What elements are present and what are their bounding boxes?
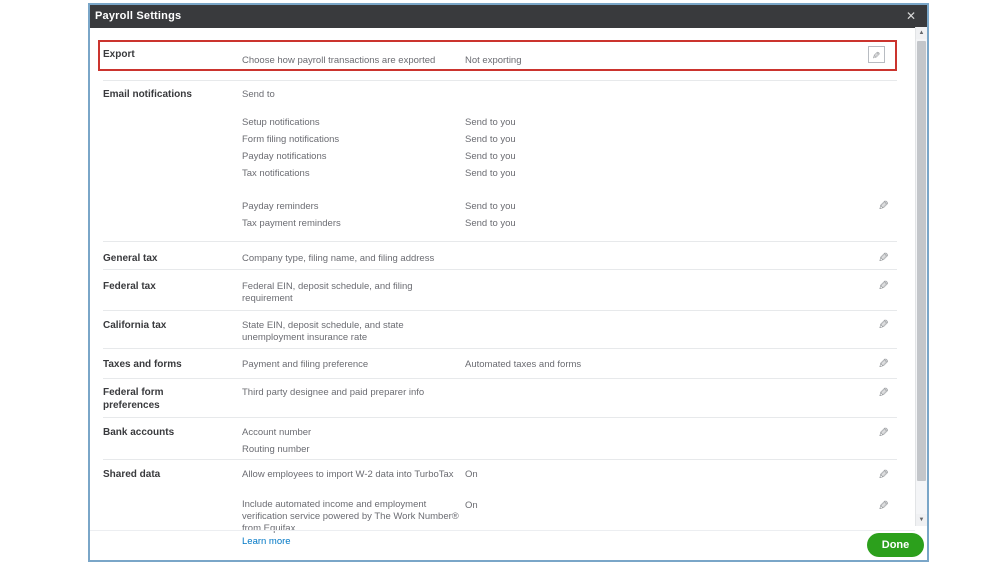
- section-label-federal-form-preferences: Federal form preferences: [103, 387, 164, 411]
- pencil-icon: ✎: [877, 385, 889, 400]
- divider: [103, 378, 897, 379]
- notification-row-value: Send to you: [465, 151, 516, 162]
- section-label-taxes-and-forms: Taxes and forms: [103, 359, 182, 370]
- scroll-up-button[interactable]: ▲: [916, 27, 927, 39]
- reminder-row-value: Send to you: [465, 201, 516, 212]
- section-label-bank-accounts: Bank accounts: [103, 427, 175, 438]
- notification-row-name: Setup notifications: [242, 117, 320, 128]
- done-button[interactable]: Done: [867, 533, 924, 557]
- edit-federal-tax-button[interactable]: ✎: [873, 277, 893, 295]
- pencil-icon: ✎: [877, 278, 889, 293]
- section-label-california-tax: California tax: [103, 320, 167, 331]
- dialog-title: Payroll Settings: [95, 10, 182, 22]
- bank-accounts-account-number: Account number: [242, 427, 312, 438]
- pencil-icon: ✎: [877, 356, 889, 371]
- notification-row-name: Tax notifications: [242, 168, 310, 179]
- edit-email-notifications-button[interactable]: ✎: [873, 197, 893, 215]
- edit-bank-accounts-button[interactable]: ✎: [873, 424, 893, 442]
- notification-row-value: Send to you: [465, 168, 516, 179]
- pencil-icon: ✎: [877, 467, 889, 482]
- divider: [103, 459, 897, 460]
- scroll-down-icon: ▼: [918, 517, 925, 523]
- export-description: Choose how payroll transactions are expo…: [242, 55, 436, 66]
- shared-data-equifax-description: Include automated income and employment …: [242, 499, 459, 534]
- content-bottom-divider: [90, 530, 915, 531]
- notification-row-name: Form filing notifications: [242, 134, 340, 145]
- reminder-row-name: Payday reminders: [242, 201, 319, 212]
- scroll-down-button[interactable]: ▼: [916, 514, 927, 526]
- export-value: Not exporting: [465, 55, 522, 66]
- pencil-icon: ✎: [877, 198, 889, 213]
- scrollbar-thumb[interactable]: [917, 41, 926, 481]
- divider: [103, 269, 897, 270]
- divider: [103, 80, 897, 81]
- edit-taxes-forms-button[interactable]: ✎: [873, 355, 893, 373]
- close-icon: ✕: [905, 9, 917, 23]
- close-button[interactable]: ✕: [901, 5, 921, 28]
- bank-accounts-routing-number: Routing number: [242, 444, 310, 455]
- edit-shared-data-turbotax-button[interactable]: ✎: [873, 466, 893, 484]
- email-send-to-text: Send to: [242, 89, 275, 100]
- section-label-federal-tax: Federal tax: [103, 281, 156, 292]
- dialog-header: Payroll Settings ✕: [90, 5, 927, 28]
- scroll-up-icon: ▲: [918, 30, 925, 36]
- shared-data-equifax-value: On: [465, 500, 478, 511]
- pencil-icon: ✎: [877, 250, 889, 265]
- shared-data-turbotax-value: On: [465, 469, 478, 480]
- divider: [103, 310, 897, 311]
- federal-tax-description: Federal EIN, deposit schedule, and filin…: [242, 281, 413, 304]
- california-tax-description: State EIN, deposit schedule, and state u…: [242, 320, 404, 343]
- pencil-icon: ✎: [877, 498, 889, 513]
- edit-general-tax-button[interactable]: ✎: [873, 249, 893, 267]
- reminder-row-value: Send to you: [465, 218, 516, 229]
- section-label-shared-data: Shared data: [103, 469, 161, 480]
- divider: [103, 348, 897, 349]
- payroll-settings-dialog: Payroll Settings ✕ Export Choose how pay…: [88, 3, 929, 562]
- dialog-scrollbar[interactable]: ▲ ▼: [915, 27, 927, 526]
- notification-row-name: Payday notifications: [242, 151, 327, 162]
- pencil-icon: ✎: [872, 51, 881, 62]
- reminder-row-name: Tax payment reminders: [242, 218, 341, 229]
- taxes-forms-value: Automated taxes and forms: [465, 359, 582, 370]
- edit-shared-data-equifax-button[interactable]: ✎: [873, 497, 893, 515]
- federal-form-prefs-description: Third party designee and paid preparer i…: [242, 387, 425, 398]
- general-tax-description: Company type, filing name, and filing ad…: [242, 253, 435, 264]
- notification-row-value: Send to you: [465, 134, 516, 145]
- edit-export-button[interactable]: ✎: [868, 46, 885, 63]
- notification-row-value: Send to you: [465, 117, 516, 128]
- pencil-icon: ✎: [877, 425, 889, 440]
- shared-data-turbotax-description: Allow employees to import W-2 data into …: [242, 469, 454, 480]
- section-label-general-tax: General tax: [103, 253, 158, 264]
- shared-data-equifax-block: Include automated income and employment …: [242, 499, 466, 548]
- divider: [103, 241, 897, 242]
- divider: [103, 417, 897, 418]
- taxes-forms-description: Payment and filing preference: [242, 359, 369, 370]
- edit-federal-form-prefs-button[interactable]: ✎: [873, 384, 893, 402]
- edit-california-tax-button[interactable]: ✎: [873, 316, 893, 334]
- learn-more-link[interactable]: Learn more: [242, 536, 291, 548]
- section-label-email-notifications: Email notifications: [103, 89, 192, 100]
- pencil-icon: ✎: [877, 317, 889, 332]
- export-label: Export: [103, 49, 135, 60]
